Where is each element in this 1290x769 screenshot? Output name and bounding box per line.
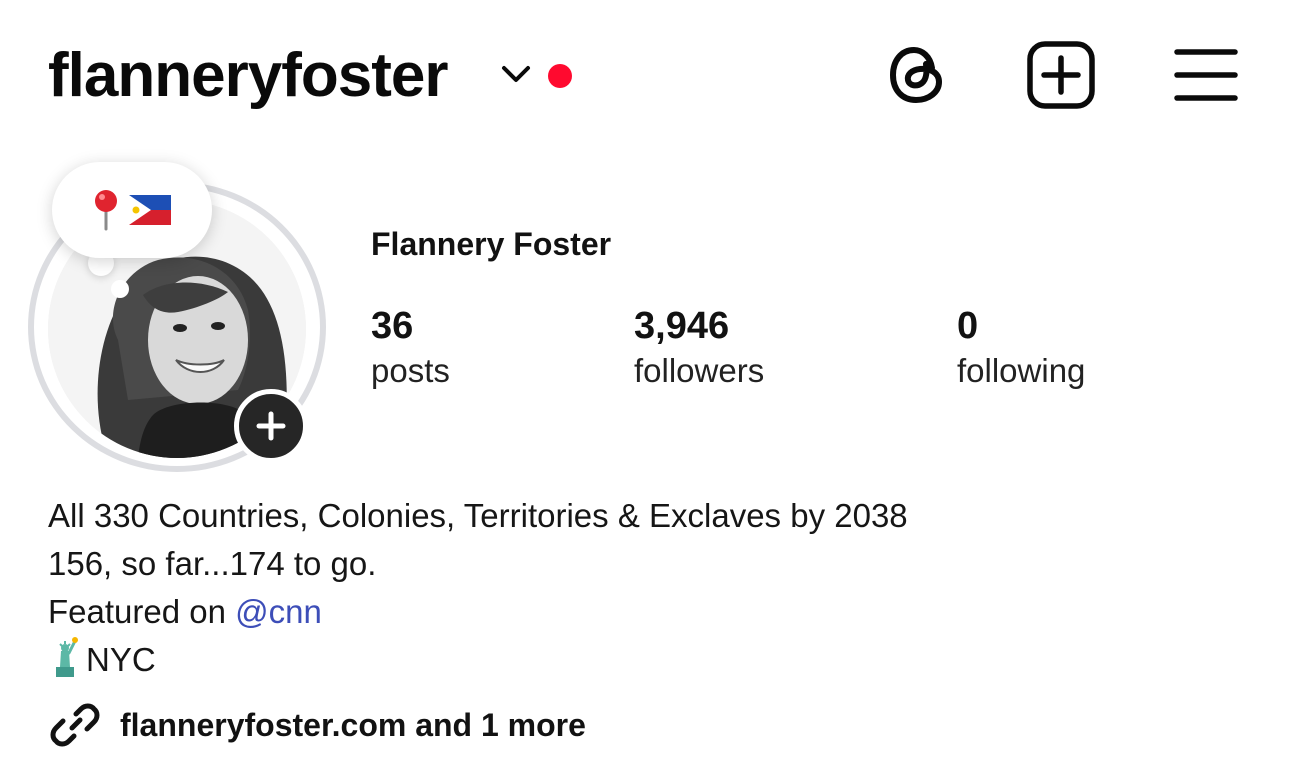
bio-line: Featured on @cnn xyxy=(48,588,908,636)
threads-icon[interactable] xyxy=(884,40,954,110)
plus-icon xyxy=(256,411,286,441)
statue-of-liberty-icon xyxy=(56,637,78,677)
stat-label: followers xyxy=(634,352,765,389)
note-bubble[interactable] xyxy=(52,162,212,258)
external-links[interactable]: flanneryfoster.com and 1 more xyxy=(48,698,586,752)
menu-icon[interactable] xyxy=(1172,40,1242,110)
display-name: Flannery Foster xyxy=(371,226,612,262)
stat-label: following xyxy=(957,352,1086,389)
bio-line: NYC xyxy=(48,636,908,684)
bio-location: NYC xyxy=(86,641,156,678)
profile-page: flanneryfoster Flannery Foster 36 posts … xyxy=(0,0,1290,769)
stat-label: posts xyxy=(371,352,450,389)
username-title[interactable]: flanneryfoster xyxy=(48,38,448,114)
new-post-icon[interactable] xyxy=(1026,40,1096,110)
stat-following[interactable]: 0 following xyxy=(957,304,1085,394)
stat-value: 36 xyxy=(371,305,414,347)
stat-followers[interactable]: 3,946 followers xyxy=(634,304,764,394)
stat-value: 0 xyxy=(957,305,979,347)
cnn-mention-link[interactable]: @cnn xyxy=(235,593,322,630)
notification-dot xyxy=(548,64,572,88)
note-bubble-tail-small xyxy=(111,280,129,298)
stat-value: 3,946 xyxy=(634,305,730,347)
stat-posts[interactable]: 36 posts xyxy=(371,304,450,394)
bio-line: All 330 Countries, Colonies, Territories… xyxy=(48,497,908,534)
pushpin-icon xyxy=(95,190,117,231)
bio-line: 156, so far...174 to go. xyxy=(48,545,377,582)
chevron-down-icon[interactable] xyxy=(500,62,532,86)
bio-featured-text: Featured on xyxy=(48,593,236,630)
links-text[interactable]: flanneryfoster.com and 1 more xyxy=(120,707,586,744)
add-story-button[interactable] xyxy=(234,389,308,463)
link-icon xyxy=(50,703,100,747)
bio: All 330 Countries, Colonies, Territories… xyxy=(48,492,908,684)
philippines-flag-icon xyxy=(129,195,171,225)
